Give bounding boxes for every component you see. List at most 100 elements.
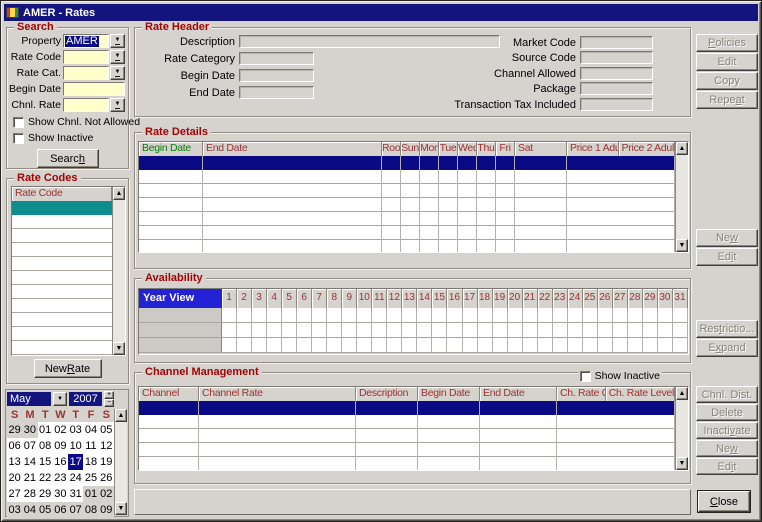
rate-header-button[interactable]: Edit xyxy=(696,53,758,71)
calendar-day[interactable]: 05 xyxy=(38,502,53,518)
rate-details-selected-row[interactable] xyxy=(139,156,675,170)
year-view-cell[interactable]: Year View xyxy=(139,289,222,308)
source-code-field[interactable] xyxy=(580,51,653,64)
calendar-day[interactable]: 01 xyxy=(38,422,53,438)
market-code-field[interactable] xyxy=(580,36,653,49)
calendar-day[interactable]: 29 xyxy=(7,422,22,438)
calendar-day[interactable]: 17 xyxy=(68,454,83,470)
channel-management-button[interactable]: Delete xyxy=(696,404,758,421)
calendar-day[interactable]: 06 xyxy=(7,438,22,454)
scroll-up-icon[interactable]: ▲ xyxy=(676,387,688,400)
package-field[interactable] xyxy=(580,82,653,95)
show-inactive-checkbox[interactable] xyxy=(13,133,24,144)
lov-button[interactable]: ▼ xyxy=(110,34,125,48)
calendar-day[interactable]: 24 xyxy=(68,470,83,486)
availability-button[interactable]: Expand xyxy=(696,339,758,357)
calendar-day[interactable]: 05 xyxy=(99,422,114,438)
spin-down-icon[interactable]: − xyxy=(104,399,114,407)
scroll-down-icon[interactable]: ▼ xyxy=(676,457,688,470)
scroll-down-icon[interactable]: ▼ xyxy=(115,502,127,515)
calendar-day[interactable]: 11 xyxy=(83,438,98,454)
rate-details-scrollbar[interactable]: ▲ ▼ xyxy=(675,142,688,252)
cm-show-inactive-checkbox[interactable] xyxy=(580,371,591,382)
calendar-day[interactable]: 04 xyxy=(22,502,37,518)
calendar-day[interactable]: 03 xyxy=(7,502,22,518)
rate-header-button[interactable]: Policies xyxy=(696,34,758,52)
channel-management-button[interactable]: Inactivate xyxy=(696,422,758,439)
calendar-day[interactable]: 23 xyxy=(53,470,68,486)
rate-details-button[interactable]: New xyxy=(696,229,758,247)
title-bar[interactable]: AMER - Rates xyxy=(4,4,758,21)
calendar-day[interactable]: 30 xyxy=(53,486,68,502)
search-field-input[interactable] xyxy=(63,82,125,96)
rate-code-selected-row[interactable] xyxy=(12,201,112,215)
channel-allowed-field[interactable] xyxy=(580,67,653,80)
scroll-up-icon[interactable]: ▲ xyxy=(115,409,127,422)
transaction-tax-field[interactable] xyxy=(580,98,653,111)
calendar-day[interactable]: 08 xyxy=(83,502,98,518)
calendar-day[interactable]: 30 xyxy=(22,422,37,438)
calendar-day[interactable]: 10 xyxy=(68,438,83,454)
calendar-day[interactable]: 01 xyxy=(83,486,98,502)
calendar-day[interactable]: 28 xyxy=(22,486,37,502)
calendar-day[interactable]: 29 xyxy=(38,486,53,502)
rate-details-button[interactable]: Edit xyxy=(696,248,758,266)
rate-codes-scrollbar[interactable]: ▲ ▼ xyxy=(112,187,125,355)
lov-button[interactable]: ▼ xyxy=(110,66,125,80)
begin-date-field[interactable] xyxy=(239,69,314,82)
search-field-input[interactable] xyxy=(63,50,109,64)
close-button[interactable]: Close xyxy=(698,491,750,512)
calendar-day[interactable]: 07 xyxy=(22,438,37,454)
availability-button[interactable]: Restrictio... xyxy=(696,320,758,338)
calendar-day[interactable]: 13 xyxy=(7,454,22,470)
calendar-day[interactable]: 26 xyxy=(99,470,114,486)
rate-header-button[interactable]: Copy xyxy=(696,72,758,90)
calendar-day[interactable]: 21 xyxy=(22,470,37,486)
calendar-scrollbar[interactable]: ▲ ▼ xyxy=(114,409,127,515)
rate-header-button[interactable]: Repeat xyxy=(696,91,758,109)
scroll-down-icon[interactable]: ▼ xyxy=(113,342,125,355)
calendar-day[interactable]: 25 xyxy=(83,470,98,486)
channel-management-button[interactable]: New xyxy=(696,440,758,457)
calendar-day[interactable]: 09 xyxy=(53,438,68,454)
lov-button[interactable]: ▼ xyxy=(110,50,125,64)
calendar-day[interactable]: 31 xyxy=(68,486,83,502)
month-dropdown-button[interactable]: ▼ xyxy=(53,392,67,406)
scroll-up-icon[interactable]: ▲ xyxy=(113,187,125,200)
calendar-day[interactable]: 15 xyxy=(38,454,53,470)
channel-management-button[interactable]: Chnl. Dist. xyxy=(696,386,758,403)
spin-up-icon[interactable]: + xyxy=(104,391,114,399)
calendar-day[interactable]: 07 xyxy=(68,502,83,518)
calendar-day[interactable]: 14 xyxy=(22,454,37,470)
scroll-up-icon[interactable]: ▲ xyxy=(676,142,688,155)
search-field-input[interactable] xyxy=(63,98,109,112)
calendar-day[interactable]: 08 xyxy=(38,438,53,454)
year-field[interactable]: 2007 xyxy=(69,392,102,406)
calendar-day[interactable]: 20 xyxy=(7,470,22,486)
search-field-input[interactable] xyxy=(63,66,109,80)
show-chnl-not-allowed-checkbox[interactable] xyxy=(13,117,24,128)
channel-scrollbar[interactable]: ▲ ▼ xyxy=(675,387,688,470)
lov-button[interactable]: ▼ xyxy=(110,98,125,112)
calendar-day[interactable]: 22 xyxy=(38,470,53,486)
calendar-day[interactable]: 18 xyxy=(83,454,98,470)
calendar-day[interactable]: 12 xyxy=(99,438,114,454)
calendar-day[interactable]: 27 xyxy=(7,486,22,502)
calendar-day[interactable]: 06 xyxy=(53,502,68,518)
calendar-day[interactable]: 02 xyxy=(99,486,114,502)
calendar-day[interactable]: 09 xyxy=(99,502,114,518)
search-button[interactable]: Search xyxy=(37,149,99,168)
channel-selected-row[interactable] xyxy=(139,401,675,415)
calendar-day[interactable]: 16 xyxy=(53,454,68,470)
end-date-field[interactable] xyxy=(239,86,314,99)
calendar-day[interactable]: 19 xyxy=(99,454,114,470)
calendar-day[interactable]: 03 xyxy=(68,422,83,438)
scroll-down-icon[interactable]: ▼ xyxy=(676,239,688,252)
channel-management-button[interactable]: Edit xyxy=(696,458,758,475)
rate-category-field[interactable] xyxy=(239,52,314,65)
search-field-input[interactable]: AMER xyxy=(63,34,109,48)
calendar-day[interactable]: 02 xyxy=(53,422,68,438)
calendar-day[interactable]: 04 xyxy=(83,422,98,438)
new-rate-button[interactable]: New Rate xyxy=(34,359,102,378)
month-select[interactable]: May xyxy=(7,392,51,406)
